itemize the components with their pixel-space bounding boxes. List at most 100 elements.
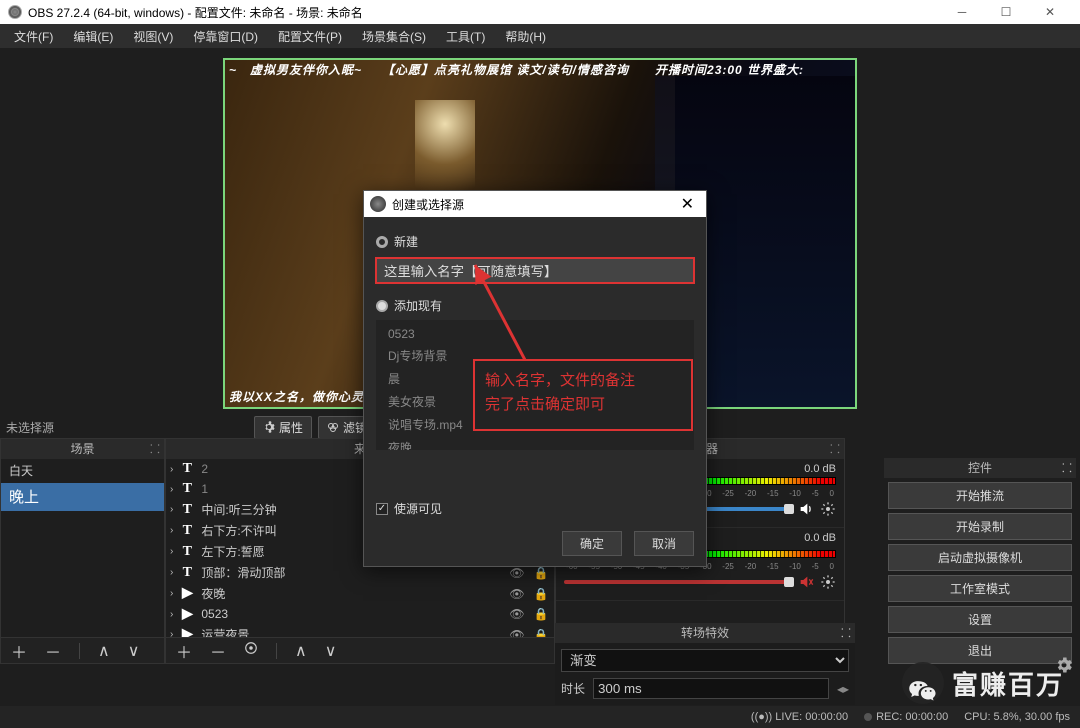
radio-add-existing[interactable]: 添加现有 <box>376 297 694 314</box>
scene-item[interactable]: 晚上 <box>1 483 164 511</box>
speaker-icon[interactable] <box>798 501 814 517</box>
expand-icon[interactable]: › <box>170 484 173 495</box>
expand-icon[interactable]: › <box>170 588 173 599</box>
speaker-muted-icon[interactable] <box>798 574 814 590</box>
ok-button[interactable]: 确定 <box>562 531 622 556</box>
lock-icon[interactable]: 🔒 <box>532 628 550 638</box>
expand-icon[interactable]: › <box>170 504 173 515</box>
control-button[interactable]: 工作室模式 <box>888 575 1072 602</box>
dock-popout-icon[interactable]: ⸬ <box>841 623 851 643</box>
properties-button[interactable]: 属性 <box>254 416 312 439</box>
expand-icon[interactable]: › <box>170 567 173 578</box>
menu-item[interactable]: 帮助(H) <box>495 25 556 48</box>
source-props-button[interactable] <box>240 641 262 660</box>
lock-icon[interactable]: 🔒 <box>532 607 550 621</box>
source-row[interactable]: › ▶ 运营夜景 👁 🔒 <box>166 624 554 637</box>
duration-input[interactable] <box>593 678 829 699</box>
existing-source-item[interactable]: 0523 <box>376 324 694 344</box>
dock-popout-icon[interactable]: ⸬ <box>150 439 160 459</box>
remove-source-button[interactable]: － <box>206 639 230 663</box>
menu-item[interactable]: 文件(F) <box>4 25 63 48</box>
menu-item[interactable]: 场景集合(S) <box>352 25 436 48</box>
menu-item[interactable]: 工具(T) <box>436 25 495 48</box>
main-menubar: 文件(F)编辑(E)视图(V)停靠窗口(D)配置文件(P)场景集合(S)工具(T… <box>0 24 1080 48</box>
control-button[interactable]: 开始录制 <box>888 513 1072 540</box>
remove-scene-button[interactable]: － <box>41 639 65 663</box>
scenes-footer: ＋ － ∧ ∨ <box>1 637 164 663</box>
lock-icon[interactable]: 🔒 <box>532 566 550 580</box>
duration-label: 时长 <box>561 680 585 697</box>
menu-item[interactable]: 编辑(E) <box>63 25 123 48</box>
source-row[interactable]: ›▶0523👁🔒 <box>166 604 554 624</box>
source-type-icon: ▶ <box>179 586 195 602</box>
obs-logo-icon <box>370 196 386 212</box>
eye-icon[interactable]: 👁 <box>508 587 526 601</box>
menu-item[interactable]: 视图(V) <box>123 25 183 48</box>
channel-settings-icon[interactable] <box>820 501 836 517</box>
source-up-button[interactable]: ∧ <box>291 641 311 661</box>
scenes-list: 白天晚上 <box>1 459 164 637</box>
source-label: 中间:听三分钟 <box>201 501 276 518</box>
expand-icon[interactable]: › <box>170 525 173 536</box>
make-visible-checkbox[interactable]: 使源可见 <box>376 500 694 517</box>
no-source-selected-label: 未选择源 <box>6 419 54 436</box>
sources-footer: ＋ － ∧ ∨ <box>166 637 554 663</box>
window-title: OBS 27.2.4 (64-bit, windows) - 配置文件: 未命名… <box>28 4 363 21</box>
obs-logo-icon <box>8 5 22 19</box>
source-label: 夜晚 <box>201 585 225 602</box>
mixer-db-label: 0.0 dB <box>804 463 836 475</box>
source-down-button[interactable]: ∨ <box>321 641 341 661</box>
source-label: 运营夜景 <box>201 626 249 637</box>
expand-icon[interactable]: › <box>170 609 173 620</box>
add-scene-button[interactable]: ＋ <box>7 639 31 663</box>
wechat-watermark: 富赚百万 <box>902 662 1064 704</box>
control-button[interactable]: 设置 <box>888 606 1072 633</box>
expand-icon[interactable]: › <box>170 629 173 637</box>
eye-icon[interactable]: 👁 <box>508 566 526 580</box>
minimize-button[interactable]: ─ <box>940 0 984 24</box>
menu-item[interactable]: 配置文件(P) <box>268 25 352 48</box>
expand-icon[interactable]: › <box>170 464 173 475</box>
channel-settings-icon[interactable] <box>820 574 836 590</box>
expand-icon[interactable]: › <box>170 546 173 557</box>
dock-popout-icon[interactable]: ⸬ <box>830 439 840 459</box>
dialog-close-button[interactable]: ✕ <box>675 194 700 214</box>
duration-stepper-icon[interactable]: ◂▸ <box>837 682 849 696</box>
dialog-title-label: 创建或选择源 <box>392 196 464 213</box>
source-type-icon: T <box>179 523 195 539</box>
control-button[interactable]: 启动虚拟摄像机 <box>888 544 1072 571</box>
add-source-button[interactable]: ＋ <box>172 639 196 663</box>
radio-create-new[interactable]: 新建 <box>376 233 694 250</box>
cancel-button[interactable]: 取消 <box>634 531 694 556</box>
close-button[interactable]: ✕ <box>1028 0 1072 24</box>
eye-icon[interactable]: 👁 <box>508 628 526 638</box>
existing-source-item[interactable]: 夜晚 <box>376 436 694 450</box>
transition-select[interactable]: 渐变 <box>561 649 849 672</box>
filters-icon <box>327 421 339 433</box>
control-button[interactable]: 开始推流 <box>888 482 1072 509</box>
scene-item[interactable]: 白天 <box>1 459 164 483</box>
lock-icon[interactable]: 🔒 <box>532 587 550 601</box>
source-label: 顶部：滑动顶部 <box>201 564 285 581</box>
eye-icon[interactable]: 👁 <box>508 607 526 621</box>
controls-header: 控件⸬ <box>884 458 1076 478</box>
source-name-input[interactable] <box>376 258 694 283</box>
source-type-icon: T <box>179 461 195 477</box>
transitions-header: 转场特效⸬ <box>555 623 855 643</box>
source-type-icon: ▶ <box>179 627 195 638</box>
mixer-db-label: 0.0 dB <box>804 532 836 548</box>
maximize-button[interactable]: ☐ <box>984 0 1028 24</box>
dock-popout-icon[interactable]: ⸬ <box>1062 458 1072 478</box>
control-button[interactable]: 退出 <box>888 637 1072 664</box>
source-label: 0523 <box>201 607 228 621</box>
cpu-fps-label: CPU: 5.8%, 30.00 fps <box>964 711 1070 723</box>
rec-indicator: REC: 00:00:00 <box>864 711 948 723</box>
menu-item[interactable]: 停靠窗口(D) <box>183 25 268 48</box>
scene-down-button[interactable]: ∨ <box>124 641 144 661</box>
annotation-callout: 输入名字，文件的备注 完了点击确定即可 <box>473 359 693 431</box>
source-row[interactable]: › ▶ 夜晚 👁 🔒 <box>166 583 554 604</box>
source-type-icon: T <box>179 481 195 497</box>
volume-slider[interactable] <box>564 580 792 584</box>
watermark-text: 富赚百万 <box>952 665 1064 702</box>
scene-up-button[interactable]: ∧ <box>94 641 114 661</box>
